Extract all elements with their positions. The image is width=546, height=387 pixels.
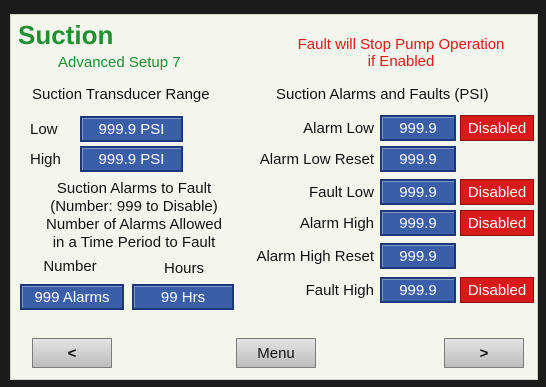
next-button[interactable]: > xyxy=(444,338,524,368)
transducer-low-field[interactable]: 999.9 PSI xyxy=(80,116,183,142)
page-title: Suction xyxy=(18,20,114,50)
alarm-low-field[interactable]: 999.9 xyxy=(380,115,456,141)
transducer-high-field[interactable]: 999.9 PSI xyxy=(80,146,183,172)
alarms-faults-heading: Suction Alarms and Faults (PSI) xyxy=(276,86,489,103)
fault-high-disabled-button[interactable]: Disabled xyxy=(460,277,534,303)
fault-warning-line2: if Enabled xyxy=(367,53,435,70)
alarm-low-disabled-button[interactable]: Disabled xyxy=(460,115,534,141)
menu-button[interactable]: Menu xyxy=(236,338,316,368)
transducer-range-heading: Suction Transducer Range xyxy=(32,86,210,103)
alarm-high-reset-label: Alarm High Reset xyxy=(256,248,374,265)
fault-low-disabled-button[interactable]: Disabled xyxy=(460,179,534,205)
alarm-count-field[interactable]: 999 Alarms xyxy=(20,284,124,310)
alarms-to-fault-line3: Number of Alarms Allowed xyxy=(46,216,222,233)
alarm-high-reset-field[interactable]: 999.9 xyxy=(380,243,456,269)
fault-high-label: Fault High xyxy=(305,282,374,299)
alarms-to-fault-line2: (Number: 999 to Disable) xyxy=(50,198,218,215)
alarm-hours-field[interactable]: 99 Hrs xyxy=(132,284,234,310)
alarm-low-reset-label: Alarm Low Reset xyxy=(259,151,374,168)
alarm-high-label: Alarm High xyxy=(299,215,374,232)
fault-warning: Fault will Stop Pump Operation if Enable… xyxy=(268,36,534,70)
fault-low-label: Fault Low xyxy=(308,184,374,201)
alarm-high-field[interactable]: 999.9 xyxy=(380,210,456,236)
alarms-to-fault-text: Suction Alarms to Fault (Number: 999 to … xyxy=(14,180,254,252)
page-subtitle: Advanced Setup 7 xyxy=(58,54,181,71)
alarm-low-label: Alarm Low xyxy=(303,120,374,137)
alarms-to-fault-line1: Suction Alarms to Fault xyxy=(56,180,212,197)
fault-high-field[interactable]: 999.9 xyxy=(380,277,456,303)
low-label: Low xyxy=(30,121,58,138)
number-label: Number xyxy=(43,258,97,275)
alarm-low-reset-field[interactable]: 999.9 xyxy=(380,146,456,172)
prev-button[interactable]: < xyxy=(32,338,112,368)
fault-low-field[interactable]: 999.9 xyxy=(380,179,456,205)
hours-label: Hours xyxy=(163,260,204,277)
fault-warning-line1: Fault will Stop Pump Operation xyxy=(297,36,505,53)
high-label: High xyxy=(30,151,61,168)
screen-frame: Suction Advanced Setup 7 Fault will Stop… xyxy=(0,0,546,387)
alarms-to-fault-line4: in a Time Period to Fault xyxy=(52,234,216,251)
alarm-high-disabled-button[interactable]: Disabled xyxy=(460,210,534,236)
